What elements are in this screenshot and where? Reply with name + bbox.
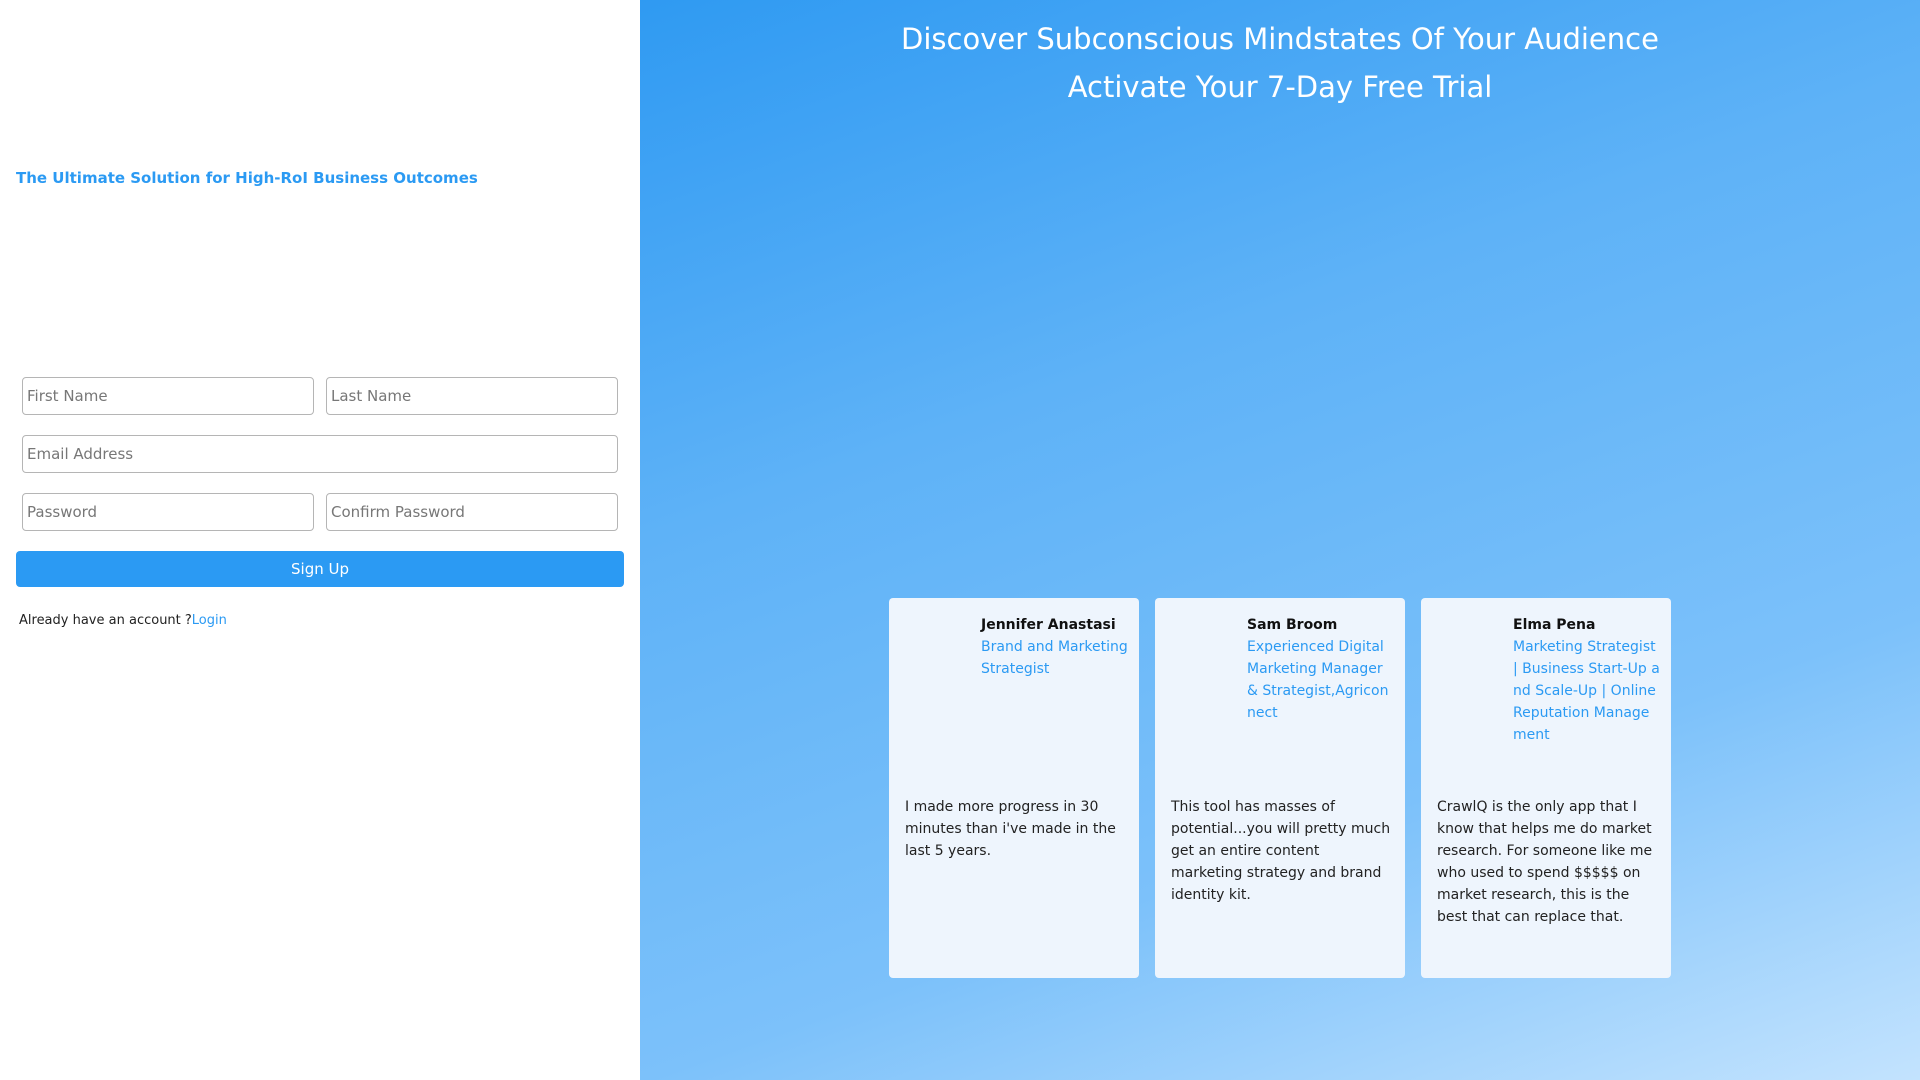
tagline: The Ultimate Solution for High-RoI Busin… (16, 169, 478, 187)
testimonial-person: Jennifer Anastasi Brand and Marketing St… (981, 614, 1129, 680)
login-prompt-text: Already have an account ? (19, 613, 192, 628)
headline-primary: Discover Subconscious Mindstates Of Your… (901, 22, 1659, 56)
password-input[interactable] (22, 493, 314, 531)
login-prompt-line: Already have an account ?Login (19, 613, 227, 628)
testimonial-card: Jennifer Anastasi Brand and Marketing St… (889, 598, 1139, 978)
password-row (22, 493, 618, 531)
login-link[interactable]: Login (192, 613, 227, 628)
testimonial-person: Sam Broom Experienced Digital Marketing … (1247, 614, 1395, 724)
testimonial-quote: I made more progress in 30 minutes than … (905, 799, 1116, 859)
last-name-input[interactable] (326, 377, 618, 415)
email-input[interactable] (22, 435, 618, 473)
signup-panel: The Ultimate Solution for High-RoI Busin… (0, 0, 640, 1080)
testimonial-role: Experienced Digital Marketing Manager & … (1247, 639, 1389, 721)
headline-secondary: Activate Your 7-Day Free Trial (1067, 70, 1493, 104)
promo-panel: Discover Subconscious Mindstates Of Your… (640, 0, 1920, 1080)
testimonial-quote: CrawlQ is the only app that I know that … (1437, 799, 1653, 925)
testimonial-card: Elma Pena Marketing Strategist | Busines… (1421, 598, 1671, 978)
signup-form: Sign Up (16, 377, 624, 587)
name-row (22, 377, 618, 415)
confirm-password-input[interactable] (326, 493, 618, 531)
testimonial-name: Elma Pena (1513, 617, 1596, 633)
avatar (1171, 614, 1233, 676)
testimonial-card: Sam Broom Experienced Digital Marketing … (1155, 598, 1405, 978)
testimonial-quote: This tool has masses of potential...you … (1171, 799, 1391, 903)
testimonial-name: Jennifer Anastasi (981, 617, 1116, 633)
email-row (22, 435, 618, 473)
first-name-input[interactable] (22, 377, 314, 415)
signup-button[interactable]: Sign Up (16, 551, 624, 587)
testimonials: Jennifer Anastasi Brand and Marketing St… (889, 598, 1671, 978)
avatar (905, 614, 967, 676)
testimonial-role: Marketing Strategist | Business Start-Up… (1513, 639, 1660, 743)
testimonial-person: Elma Pena Marketing Strategist | Busines… (1513, 614, 1661, 746)
testimonial-role: Brand and Marketing Strategist (981, 639, 1128, 677)
testimonial-name: Sam Broom (1247, 617, 1338, 633)
avatar (1437, 614, 1499, 676)
